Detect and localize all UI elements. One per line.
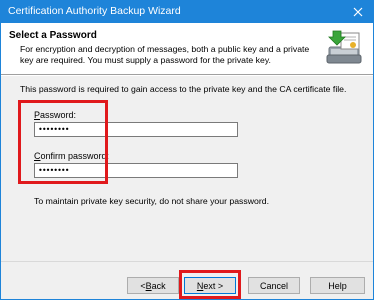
info-text: This password is required to gain access… (20, 84, 347, 94)
wizard-content: This password is required to gain access… (1, 76, 373, 261)
page-heading: Select a Password (9, 30, 97, 41)
wizard-window: Certification Authority Backup Wizard Se… (0, 0, 374, 300)
back-button[interactable]: < Back (127, 277, 179, 294)
cancel-button[interactable]: Cancel (248, 277, 300, 294)
page-description: For encryption and decryption of message… (20, 44, 310, 65)
button-bar: < Back Next > Cancel Help (1, 261, 373, 299)
password-highlight-box (18, 100, 108, 184)
help-button[interactable]: Help (310, 277, 365, 294)
security-tip: To maintain private key security, do not… (34, 196, 269, 206)
wizard-header: Select a Password For encryption and dec… (1, 23, 373, 74)
window-title: Certification Authority Backup Wizard (8, 5, 181, 17)
close-icon (353, 7, 363, 17)
certificate-backup-icon (326, 30, 362, 64)
title-bar: Certification Authority Backup Wizard (1, 1, 373, 23)
next-highlight-box (179, 270, 241, 299)
close-button[interactable] (343, 1, 373, 23)
